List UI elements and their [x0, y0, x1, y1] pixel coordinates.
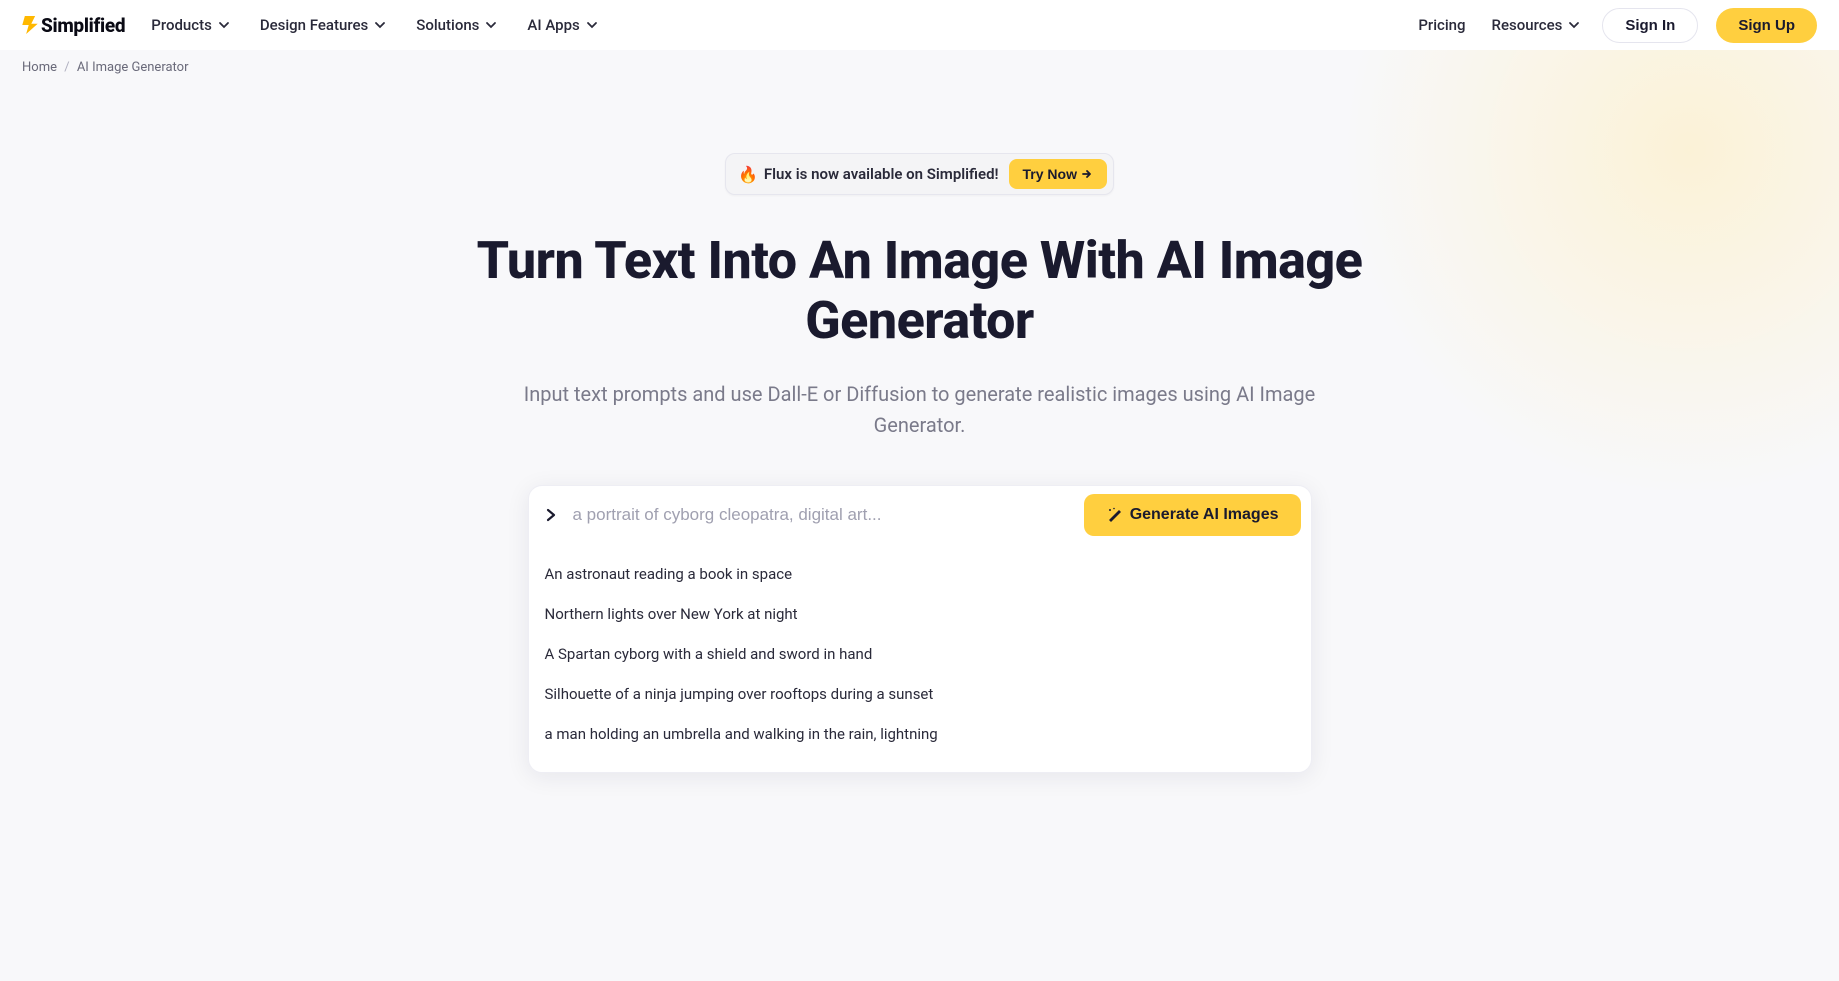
sign-in-button[interactable]: Sign In — [1602, 8, 1698, 43]
nav-pricing[interactable]: Pricing — [1414, 10, 1469, 40]
magic-wand-icon — [1106, 507, 1122, 523]
nav-products-label: Products — [151, 16, 212, 34]
arrow-right-icon — [1081, 168, 1093, 180]
breadcrumb-home[interactable]: Home — [22, 60, 57, 75]
page-subhead: Input text prompts and use Dall-E or Dif… — [510, 379, 1330, 441]
generate-button-label: Generate AI Images — [1130, 506, 1279, 524]
suggestion-item[interactable]: a man holding an umbrella and walking in… — [545, 714, 1295, 754]
generate-button[interactable]: Generate AI Images — [1084, 494, 1301, 536]
suggestion-item[interactable]: Northern lights over New York at night — [545, 594, 1295, 634]
chevron-right-icon — [543, 507, 559, 523]
announcement-text-label: Flux is now available on Simplified! — [764, 165, 999, 183]
try-now-button[interactable]: Try Now — [1009, 159, 1107, 189]
top-nav: Simplified Products Design Features Solu… — [0, 0, 1839, 50]
announcement-text: 🔥 Flux is now available on Simplified! — [738, 165, 999, 184]
page-headline: Turn Text Into An Image With AI Image Ge… — [470, 231, 1370, 351]
main-content: 🔥 Flux is now available on Simplified! T… — [0, 85, 1839, 773]
chevron-down-icon — [1568, 19, 1580, 31]
chevron-down-icon — [485, 19, 497, 31]
announcement-pill: 🔥 Flux is now available on Simplified! T… — [725, 153, 1114, 195]
nav-resources-label: Resources — [1492, 16, 1563, 34]
logo-icon — [22, 16, 38, 34]
nav-design-features[interactable]: Design Features — [256, 10, 390, 40]
breadcrumb-separator: / — [64, 60, 69, 75]
fire-icon: 🔥 — [738, 165, 758, 184]
chevron-down-icon — [586, 19, 598, 31]
prompt-input-row: Generate AI Images — [529, 486, 1311, 544]
chevron-down-icon — [218, 19, 230, 31]
nav-design-features-label: Design Features — [260, 16, 368, 34]
nav-solutions[interactable]: Solutions — [412, 10, 501, 40]
prompt-input[interactable] — [569, 497, 1074, 533]
nav-ai-apps[interactable]: AI Apps — [523, 10, 601, 40]
nav-products[interactable]: Products — [147, 10, 234, 40]
nav-solutions-label: Solutions — [416, 16, 479, 34]
nav-left: Simplified Products Design Features Solu… — [22, 10, 602, 40]
nav-resources[interactable]: Resources — [1488, 10, 1585, 40]
logo[interactable]: Simplified — [22, 14, 125, 37]
breadcrumb-current: AI Image Generator — [77, 60, 189, 75]
nav-ai-apps-label: AI Apps — [527, 16, 579, 34]
chevron-down-icon — [374, 19, 386, 31]
suggestions-list: An astronaut reading a book in space Nor… — [529, 544, 1311, 772]
nav-pricing-label: Pricing — [1418, 16, 1465, 34]
nav-right: Pricing Resources Sign In Sign Up — [1414, 8, 1817, 43]
suggestion-item[interactable]: Silhouette of a ninja jumping over rooft… — [545, 674, 1295, 714]
sign-up-button[interactable]: Sign Up — [1716, 8, 1817, 43]
suggestion-item[interactable]: An astronaut reading a book in space — [545, 554, 1295, 594]
logo-text: Simplified — [41, 14, 125, 37]
suggestion-item[interactable]: A Spartan cyborg with a shield and sword… — [545, 634, 1295, 674]
prompt-card: Generate AI Images An astronaut reading … — [528, 485, 1312, 773]
try-now-label: Try Now — [1023, 166, 1077, 182]
breadcrumb: Home / AI Image Generator — [0, 50, 1839, 85]
